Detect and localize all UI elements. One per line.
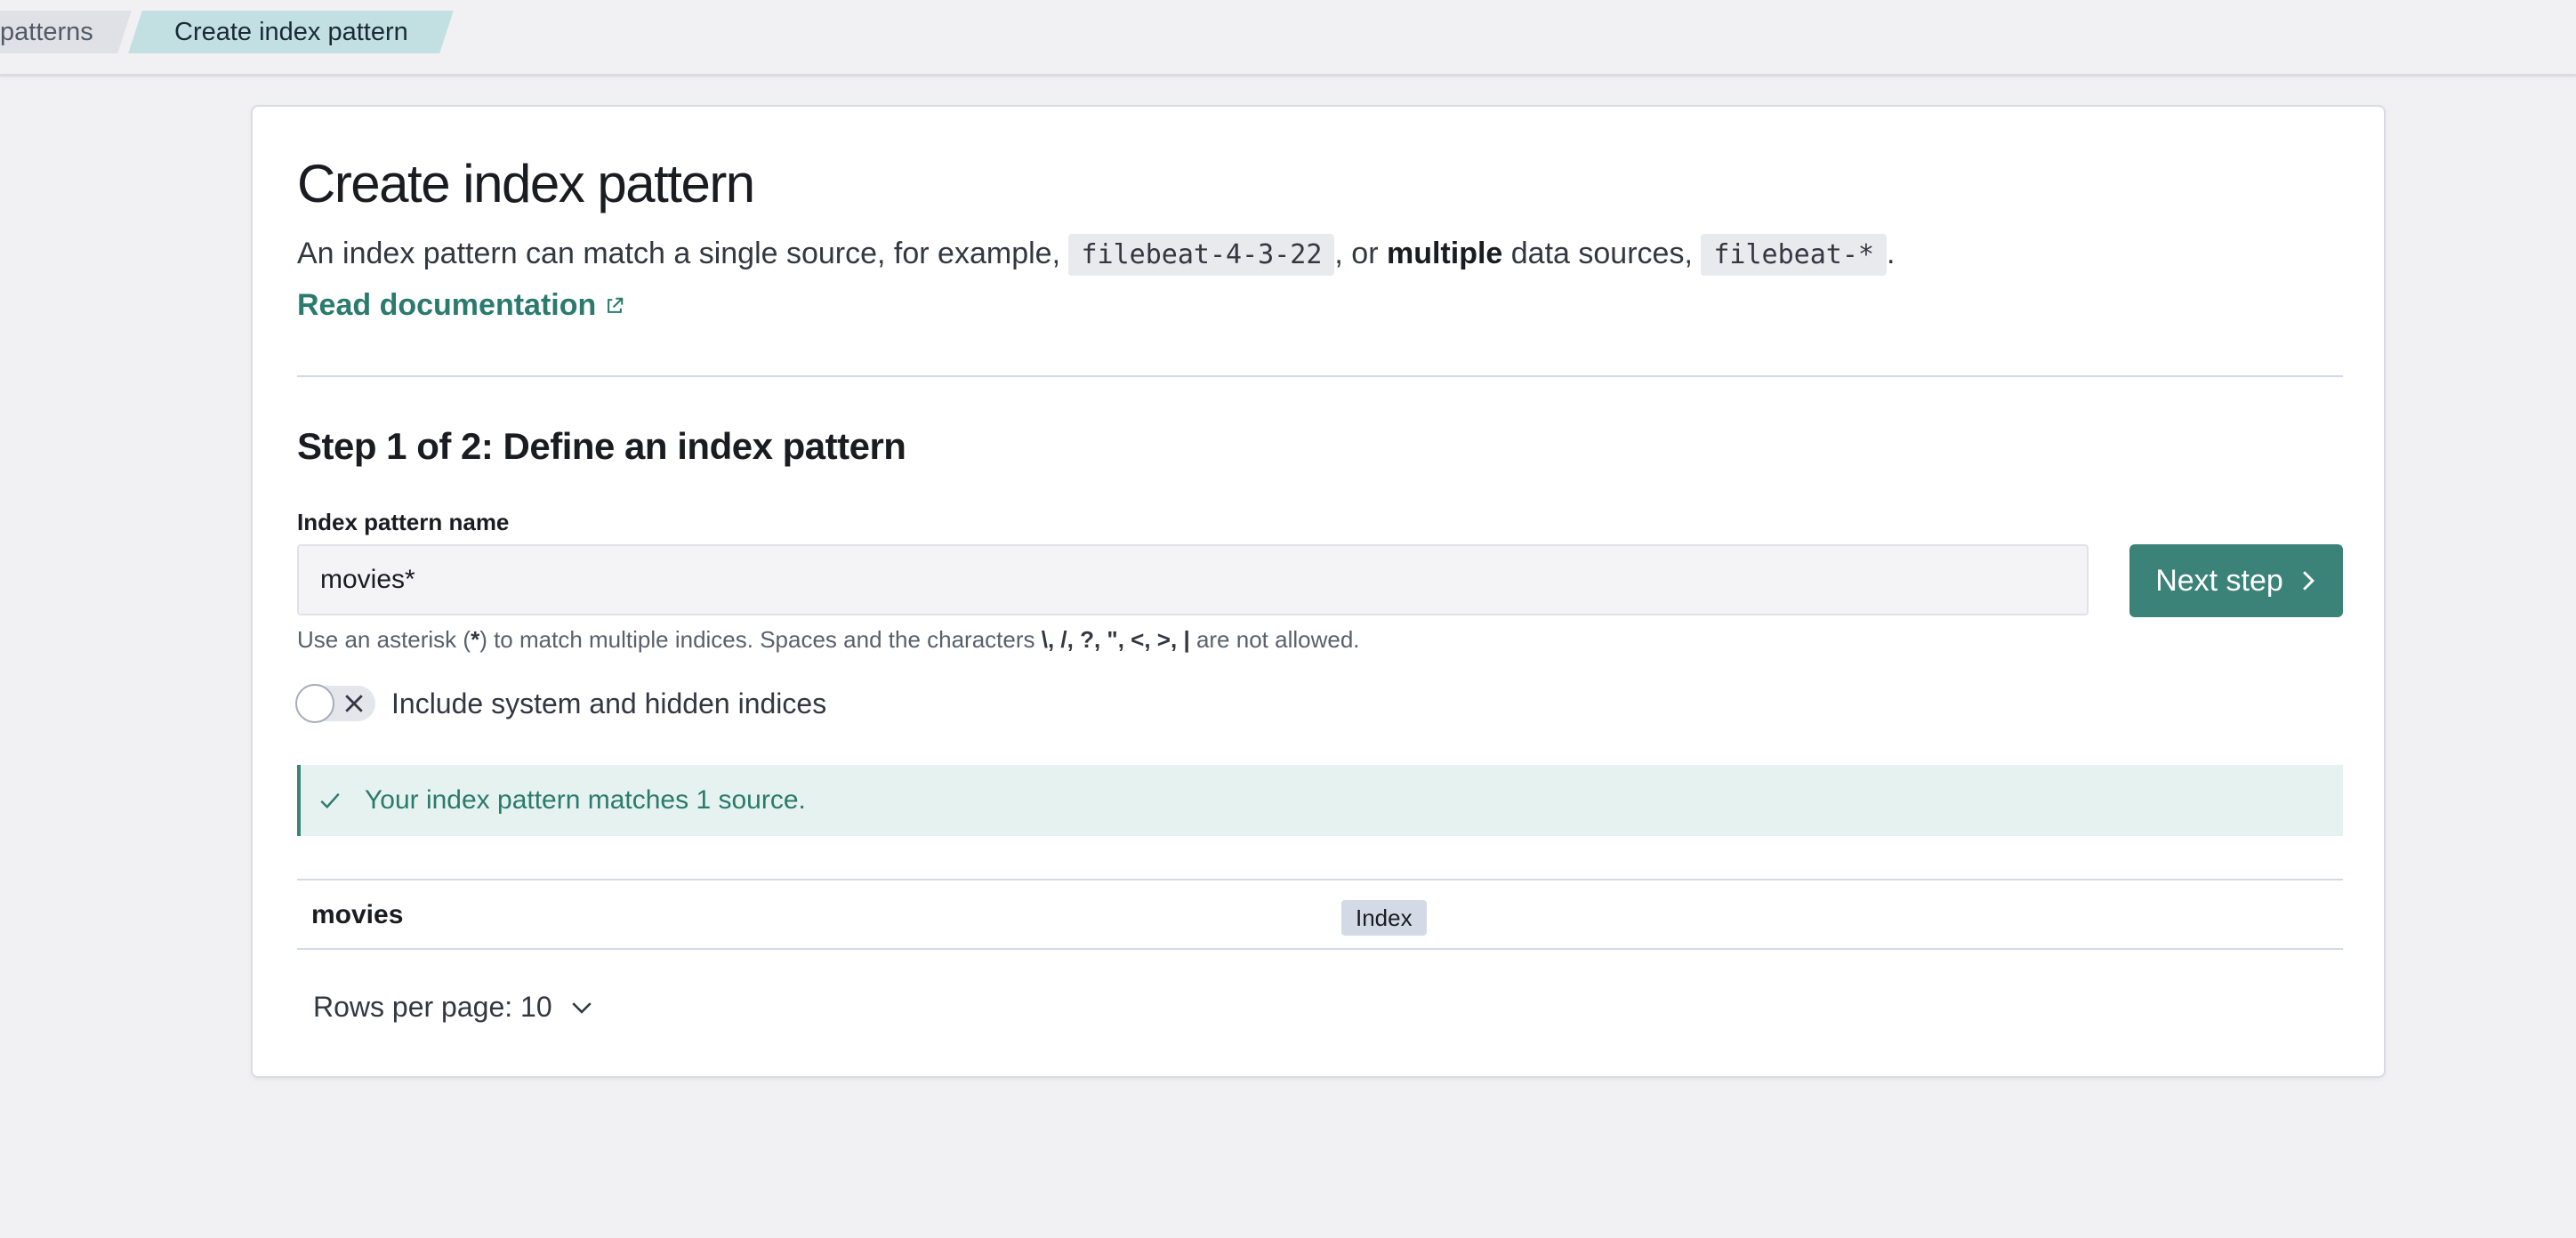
chevron-down-icon [571,1001,592,1014]
breadcrumb-label: Create index pattern [173,18,408,46]
external-link-icon [608,297,624,313]
description-text: data sources, [1502,237,1702,270]
switch-knob [295,684,334,723]
callout-text: Your index pattern matches 1 source. [365,785,806,815]
description-text: An index pattern can match a single sour… [297,237,1069,270]
page-description: An index pattern can match a single sour… [297,234,1896,276]
cross-icon [345,695,363,712]
description-text: , or [1334,237,1387,270]
breadcrumb-index-patterns[interactable]: patterns [0,11,132,53]
help-asterisk: * [471,626,480,653]
next-step-label: Next step [2155,563,2283,598]
create-index-pattern-panel: Create index pattern An index pattern ca… [251,105,2386,1078]
include-hidden-toggle-row: Include system and hidden indices [295,683,826,724]
read-documentation-link[interactable]: Read documentation [297,288,624,323]
step-title: Step 1 of 2: Define an index pattern [297,425,906,467]
description-bold: multiple [1386,237,1503,270]
index-pattern-name-label: Index pattern name [297,509,510,535]
example-multiple-code: filebeat-* [1701,234,1887,276]
index-pattern-name-input[interactable] [297,544,2089,615]
rows-per-page-button[interactable]: Rows per page: 10 [313,991,593,1024]
chevron-right-icon [2302,571,2314,591]
section-divider [297,375,2343,377]
rows-per-page-label: Rows per page: 10 [313,991,552,1023]
index-name-cell: movies [311,900,404,929]
help-text-part: ) to match multiple indices. Spaces and … [479,626,1042,653]
breadcrumb-label: patterns [0,18,93,46]
doc-link-label: Read documentation [297,288,597,322]
index-pattern-help-text: Use an asterisk (*) to match multiple in… [297,626,1360,654]
breadcrumb-bar: patterns Create index pattern [0,0,2576,76]
include-hidden-indices-switch[interactable] [295,684,375,723]
breadcrumb-create-index-pattern: Create index pattern [128,11,454,53]
include-hidden-indices-label[interactable]: Include system and hidden indices [391,687,826,720]
example-single-code: filebeat-4-3-22 [1068,234,1335,276]
help-text-part: Use an asterisk ( [297,626,471,653]
index-type-badge: Index [1341,900,1427,936]
match-success-callout: Your index pattern matches 1 source. [297,765,2343,836]
page-title: Create index pattern [297,154,755,213]
check-icon [320,792,340,809]
next-step-button[interactable]: Next step [2129,544,2343,617]
help-text-part: are not allowed. [1189,626,1360,653]
help-forbidden-chars: \, /, ?, ", <, >, | [1041,626,1190,653]
description-text: . [1886,237,1896,270]
table-row: movies Index [297,880,2343,950]
